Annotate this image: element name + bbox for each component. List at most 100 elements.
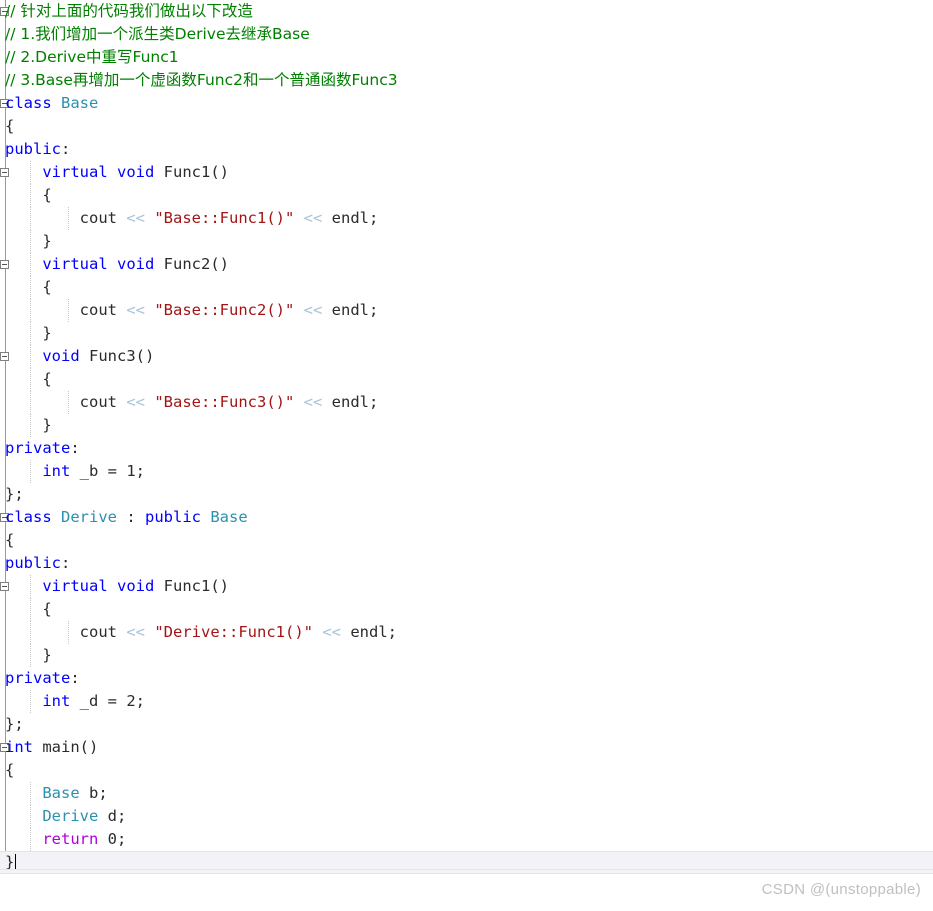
code-line[interactable]: } bbox=[0, 644, 933, 667]
code-token: cout bbox=[5, 623, 127, 641]
code-line[interactable]: cout << "Base::Func2()" << endl; bbox=[0, 299, 933, 322]
code-line[interactable]: class Derive : public Base bbox=[0, 506, 933, 529]
code-token: "Base::Func3()" bbox=[154, 393, 295, 411]
code-line[interactable]: { bbox=[0, 276, 933, 299]
indent-guide bbox=[30, 345, 31, 368]
code-token: : bbox=[70, 439, 80, 457]
code-token: Func1() bbox=[163, 577, 229, 595]
indent-guide bbox=[30, 598, 31, 621]
code-line[interactable]: }; bbox=[0, 483, 933, 506]
code-token: 1 bbox=[126, 462, 136, 480]
code-token: cout bbox=[5, 301, 127, 319]
code-token: << bbox=[303, 393, 323, 411]
code-token: } bbox=[5, 416, 52, 434]
code-token: int bbox=[5, 738, 43, 756]
code-token: Func3() bbox=[89, 347, 155, 365]
code-line[interactable]: { bbox=[0, 529, 933, 552]
code-token: return bbox=[42, 830, 108, 848]
code-line[interactable]: int _b = 1; bbox=[0, 460, 933, 483]
code-token: Base bbox=[61, 94, 99, 112]
code-token: int bbox=[42, 462, 80, 480]
code-token: : bbox=[61, 140, 71, 158]
code-line[interactable]: cout << "Base::Func3()" << endl; bbox=[0, 391, 933, 414]
code-line[interactable]: { bbox=[0, 368, 933, 391]
code-line[interactable]: // 针对上面的代码我们做出以下改造 bbox=[0, 0, 933, 23]
code-token: << bbox=[322, 623, 341, 641]
code-token: : bbox=[117, 508, 145, 526]
code-line[interactable]: int main() bbox=[0, 736, 933, 759]
code-token: << bbox=[303, 301, 323, 319]
code-line[interactable]: { bbox=[0, 759, 933, 782]
code-line[interactable]: } bbox=[0, 851, 933, 874]
code-token: ; bbox=[135, 462, 146, 480]
code-line[interactable]: { bbox=[0, 184, 933, 207]
code-line[interactable]: public: bbox=[0, 138, 933, 161]
code-token: public bbox=[5, 554, 61, 572]
code-token: Base bbox=[42, 784, 80, 802]
code-line[interactable]: virtual void Func2() bbox=[0, 253, 933, 276]
csdn-watermark: CSDN @(unstoppable) bbox=[761, 881, 921, 898]
indent-guide bbox=[30, 575, 31, 598]
code-token: // 3.Base再增加一个虚函数Func2和一个普通函数Func3 bbox=[5, 71, 398, 89]
code-token: : bbox=[61, 554, 71, 572]
code-line[interactable]: // 2.Derive中重写Func1 bbox=[0, 46, 933, 69]
code-line[interactable]: // 3.Base再增加一个虚函数Func2和一个普通函数Func3 bbox=[0, 69, 933, 92]
code-surface[interactable]: // 针对上面的代码我们做出以下改造 // 1.我们增加一个派生类Derive去继… bbox=[0, 0, 933, 874]
code-line[interactable]: virtual void Func1() bbox=[0, 161, 933, 184]
code-line[interactable]: void Func3() bbox=[0, 345, 933, 368]
code-line[interactable]: } bbox=[0, 414, 933, 437]
code-token: Func1() bbox=[163, 163, 229, 181]
indent-guide bbox=[68, 299, 69, 322]
code-token: Func2() bbox=[163, 255, 229, 273]
code-line[interactable]: virtual void Func1() bbox=[0, 575, 933, 598]
code-token: int bbox=[42, 692, 80, 710]
code-line[interactable]: } bbox=[0, 230, 933, 253]
indent-guide bbox=[30, 276, 31, 299]
code-token: class bbox=[5, 94, 61, 112]
code-line[interactable]: // 1.我们增加一个派生类Derive去继承Base bbox=[0, 23, 933, 46]
code-line[interactable]: { bbox=[0, 598, 933, 621]
code-line[interactable]: { bbox=[0, 115, 933, 138]
code-line[interactable]: Base b; bbox=[0, 782, 933, 805]
code-line[interactable]: cout << "Derive::Func1()" << endl; bbox=[0, 621, 933, 644]
code-token: // 1.我们增加一个派生类Derive去继承Base bbox=[5, 25, 310, 43]
code-line[interactable]: } bbox=[0, 322, 933, 345]
indent-guide bbox=[30, 207, 31, 230]
indent-guide bbox=[30, 230, 31, 253]
indent-guide bbox=[30, 414, 31, 437]
indent-guide bbox=[68, 391, 69, 414]
code-token: Derive bbox=[61, 508, 117, 526]
code-token: private bbox=[5, 669, 71, 687]
code-token: main() bbox=[42, 738, 99, 756]
code-token: "Derive::Func1()" bbox=[154, 623, 313, 641]
code-editor[interactable]: // 针对上面的代码我们做出以下改造 // 1.我们增加一个派生类Derive去继… bbox=[0, 0, 933, 911]
code-token: endl; bbox=[322, 393, 379, 411]
code-token: _b = bbox=[79, 462, 127, 480]
code-token: public bbox=[5, 140, 61, 158]
code-line[interactable]: int _d = 2; bbox=[0, 690, 933, 713]
code-line[interactable]: Derive d; bbox=[0, 805, 933, 828]
indent-guide bbox=[30, 621, 31, 644]
code-line[interactable]: class Base bbox=[0, 92, 933, 115]
indent-guide bbox=[68, 621, 69, 644]
indent-guide bbox=[30, 828, 31, 851]
code-line[interactable]: }; bbox=[0, 713, 933, 736]
code-line[interactable]: cout << "Base::Func1()" << endl; bbox=[0, 207, 933, 230]
indent-guide bbox=[30, 322, 31, 345]
code-line[interactable]: private: bbox=[0, 667, 933, 690]
code-token: { bbox=[5, 531, 15, 549]
code-token: << bbox=[126, 301, 145, 319]
code-token: << bbox=[126, 393, 145, 411]
code-line[interactable]: return 0; bbox=[0, 828, 933, 851]
code-line[interactable]: private: bbox=[0, 437, 933, 460]
code-line[interactable]: public: bbox=[0, 552, 933, 575]
